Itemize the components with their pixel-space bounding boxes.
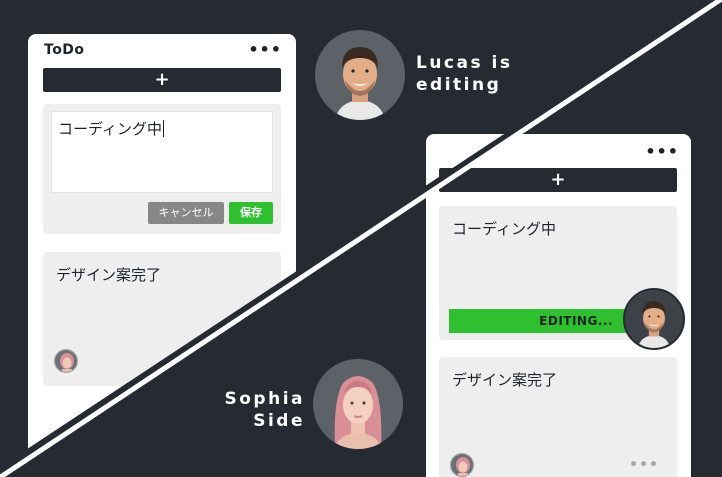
label-line: Side — [253, 411, 305, 431]
todo-card[interactable]: デザイン案完了 — [43, 252, 281, 386]
avatar-lucas — [315, 30, 405, 120]
stage: ToDo ••• + コーディング中 キャンセル 保存 デザイン案完了 ••• … — [0, 0, 722, 477]
editing-status-bar: EDITING... — [449, 309, 649, 333]
avatar-sophia-mini — [54, 349, 78, 373]
label-line: Sophia — [224, 389, 305, 409]
save-button[interactable]: 保存 — [229, 202, 273, 224]
card-more-icon[interactable]: ••• — [629, 457, 659, 473]
add-card-button[interactable]: + — [43, 68, 281, 92]
text-caret — [162, 120, 164, 137]
panel-title: ToDo — [44, 42, 85, 58]
cancel-button[interactable]: キャンセル — [148, 202, 224, 224]
sophia-side-label: Sophia Side — [215, 388, 305, 432]
todo-card[interactable]: デザイン案完了 ••• — [439, 357, 677, 477]
label-line: editing — [416, 75, 502, 95]
add-card-button[interactable]: + — [439, 168, 677, 192]
editing-card: コーディング中 キャンセル 保存 — [43, 104, 281, 234]
more-dots-icon[interactable]: ••• — [248, 42, 282, 58]
avatar-sophia-mini — [450, 453, 474, 477]
card-text-input[interactable]: コーディング中 — [51, 111, 273, 193]
lucas-editing-label: Lucas is editing — [416, 52, 512, 96]
card-text: コーディング中 — [452, 220, 556, 238]
card-text: デザイン案完了 — [56, 266, 162, 284]
label-line: Lucas is — [416, 53, 513, 73]
more-dots-icon[interactable]: ••• — [645, 144, 679, 160]
card-input-value: コーディング中 — [58, 120, 162, 138]
card-text: デザイン案完了 — [452, 371, 558, 389]
avatar-lucas-mini — [623, 288, 685, 350]
avatar-sophia — [313, 359, 403, 449]
